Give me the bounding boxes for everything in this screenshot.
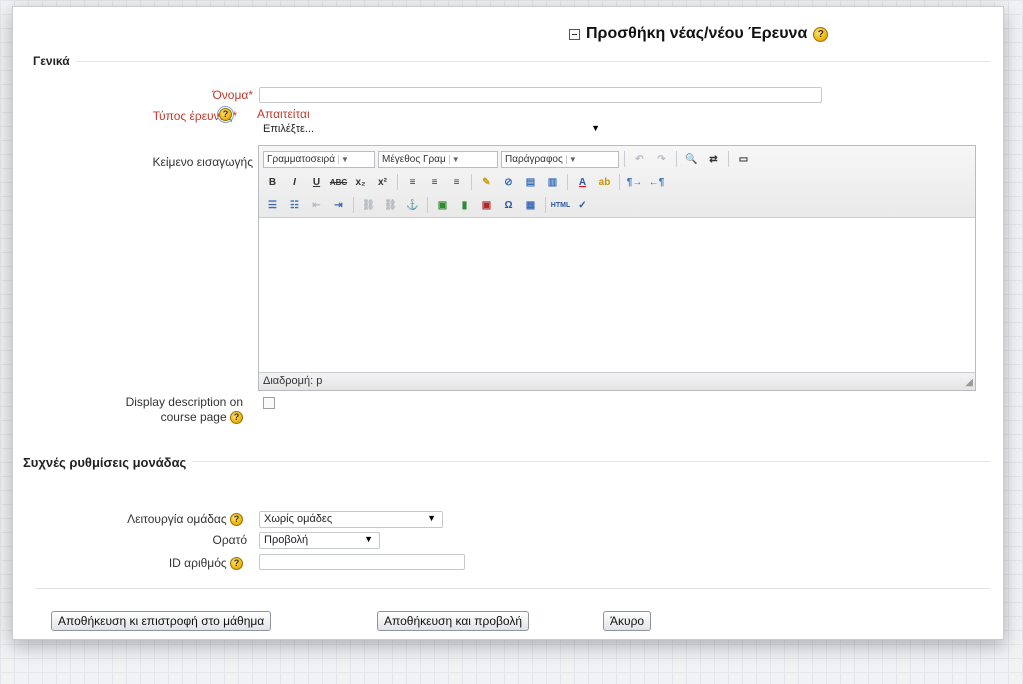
visible-select[interactable]: Προβολή ▼ bbox=[259, 532, 380, 549]
superscript-icon[interactable]: x² bbox=[373, 173, 392, 191]
chevron-down-icon: ▼ bbox=[565, 154, 577, 164]
chevron-down-icon: ▼ bbox=[337, 154, 349, 164]
intro-label: Κείμενο εισαγωγής bbox=[152, 155, 253, 169]
editor-toolbar: Γραμματοσειρά ▼ Μέγεθος Γραμ ▼ Παράγραφος ▼… bbox=[259, 146, 975, 218]
html-icon[interactable]: HTML bbox=[551, 196, 570, 214]
moodle-media-icon[interactable]: ▣ bbox=[477, 196, 496, 214]
collapse-icon[interactable] bbox=[569, 28, 580, 40]
align-left-icon[interactable]: ≡ bbox=[403, 173, 422, 191]
image-icon[interactable]: ▣ bbox=[433, 196, 452, 214]
find-icon[interactable]: 🔍 bbox=[682, 150, 701, 168]
bullet-list-icon[interactable]: ☰ bbox=[263, 196, 282, 214]
unlink-icon[interactable]: ⛓ bbox=[381, 196, 400, 214]
rtl-icon[interactable]: ←¶ bbox=[647, 173, 666, 191]
insert-link-icon[interactable]: ⛓ bbox=[359, 196, 378, 214]
page-heading: Προσθήκη νέας/νέου Έρευνα ? bbox=[569, 25, 829, 43]
font-size-dropdown[interactable]: Μέγεθος Γραμ ▼ bbox=[378, 150, 498, 168]
help-icon[interactable]: ? bbox=[230, 513, 243, 527]
numbered-list-icon[interactable]: ☷ bbox=[285, 196, 304, 214]
subscript-icon[interactable]: x₂ bbox=[351, 173, 370, 191]
outdent-icon[interactable]: ⇤ bbox=[307, 196, 326, 214]
chevron-down-icon: ▼ bbox=[364, 534, 373, 544]
italic-icon[interactable]: I bbox=[285, 173, 304, 191]
save-display-button[interactable]: Αποθήκευση και προβολή bbox=[377, 611, 530, 631]
group-mode-label: Λειτουργία ομάδας ? bbox=[33, 512, 243, 527]
fullscreen-icon[interactable]: ▭ bbox=[734, 150, 753, 168]
resize-grip-icon[interactable]: ◢ bbox=[965, 377, 973, 388]
indent-icon[interactable]: ⇥ bbox=[329, 196, 348, 214]
chevron-down-icon: ▼ bbox=[448, 154, 460, 164]
help-icon[interactable]: ? bbox=[813, 26, 829, 42]
id-number-input[interactable] bbox=[259, 554, 465, 570]
name-input[interactable] bbox=[259, 87, 822, 103]
toolbar-row-2: B I U ABC x₂ x² ≡ ≡ ≡ ✎ ⊘ ▤ ▥ A ab ¶→ ←¶ bbox=[263, 172, 666, 192]
editor-content-area[interactable] bbox=[259, 218, 975, 372]
cancel-button[interactable]: Άκυρο bbox=[603, 611, 652, 631]
help-icon[interactable]: ? bbox=[217, 106, 234, 123]
toolbar-row-3: ☰ ☷ ⇤ ⇥ ⛓ ⛓ ⚓ ▣ ▮ ▣ Ω ▦ HTML ✓ bbox=[263, 195, 592, 215]
editor-path: Διαδρομή: p bbox=[263, 375, 323, 387]
strikethrough-icon[interactable]: ABC bbox=[329, 173, 348, 191]
name-label: Όνομα* bbox=[212, 88, 254, 102]
required-star: * bbox=[248, 88, 253, 102]
paste-text-icon[interactable]: ▤ bbox=[521, 173, 540, 191]
table-icon[interactable]: ▦ bbox=[521, 196, 540, 214]
id-number-label: ID αριθμός ? bbox=[33, 556, 243, 571]
chevron-down-icon: ▼ bbox=[427, 513, 436, 523]
clean-icon[interactable]: ✎ bbox=[477, 173, 496, 191]
general-legend: Γενικά bbox=[33, 54, 76, 68]
paragraph-dropdown[interactable]: Παράγραφος ▼ bbox=[501, 150, 619, 168]
save-return-button[interactable]: Αποθήκευση κι επιστροφή στο μάθημα bbox=[51, 611, 272, 631]
underline-icon[interactable]: U bbox=[307, 173, 326, 191]
required-error: Απαιτείται bbox=[257, 107, 310, 121]
rich-text-editor[interactable]: Γραμματοσειρά ▼ Μέγεθος Γραμ ▼ Παράγραφος ▼… bbox=[258, 145, 976, 391]
redo-icon[interactable]: ↷ bbox=[652, 150, 671, 168]
group-mode-select[interactable]: Χωρίς ομάδες ▼ bbox=[259, 511, 443, 528]
media-icon[interactable]: ▮ bbox=[455, 196, 474, 214]
align-right-icon[interactable]: ≡ bbox=[447, 173, 466, 191]
help-icon[interactable]: ? bbox=[230, 411, 243, 425]
background-color-icon[interactable]: ab bbox=[595, 173, 614, 191]
font-family-dropdown[interactable]: Γραμματοσειρά ▼ bbox=[263, 150, 375, 168]
required-star: * bbox=[232, 109, 237, 123]
paste-word-icon[interactable]: ▥ bbox=[543, 173, 562, 191]
page-title: Προσθήκη νέας/νέου Έρευνα bbox=[586, 25, 808, 42]
survey-type-label: Τύπος έρευνας* bbox=[152, 109, 237, 123]
replace-icon[interactable]: ⇄ bbox=[704, 150, 723, 168]
display-description-checkbox[interactable] bbox=[263, 397, 275, 409]
align-center-icon[interactable]: ≡ bbox=[425, 173, 444, 191]
bold-icon[interactable]: B bbox=[263, 173, 282, 191]
common-settings-legend: Συχνές ρυθμίσεις μονάδας bbox=[23, 455, 193, 470]
undo-icon[interactable]: ↶ bbox=[630, 150, 649, 168]
special-char-icon[interactable]: Ω bbox=[499, 196, 518, 214]
help-icon[interactable]: ? bbox=[230, 557, 243, 571]
visible-label: Ορατό bbox=[212, 533, 247, 547]
anchor-icon[interactable]: ⚓ bbox=[403, 196, 422, 214]
text-color-icon[interactable]: A bbox=[573, 173, 592, 191]
survey-type-select[interactable]: Επιλέξτε... ▼ bbox=[259, 122, 606, 139]
editor-status-bar: Διαδρομή: p ◢ bbox=[259, 372, 975, 390]
form-window: Προσθήκη νέας/νέου Έρευνα ? Γενικά Όνομα… bbox=[12, 6, 1004, 640]
display-description-label: Display description on course page ? bbox=[125, 395, 243, 425]
toolbar-row-1: Γραμματοσειρά ▼ Μέγεθος Γραμ ▼ Παράγραφος ▼… bbox=[263, 149, 753, 169]
link-icon[interactable]: ⊘ bbox=[499, 173, 518, 191]
ltr-icon[interactable]: ¶→ bbox=[625, 173, 644, 191]
chevron-down-icon: ▼ bbox=[591, 123, 600, 133]
spellcheck-icon[interactable]: ✓ bbox=[573, 196, 592, 214]
